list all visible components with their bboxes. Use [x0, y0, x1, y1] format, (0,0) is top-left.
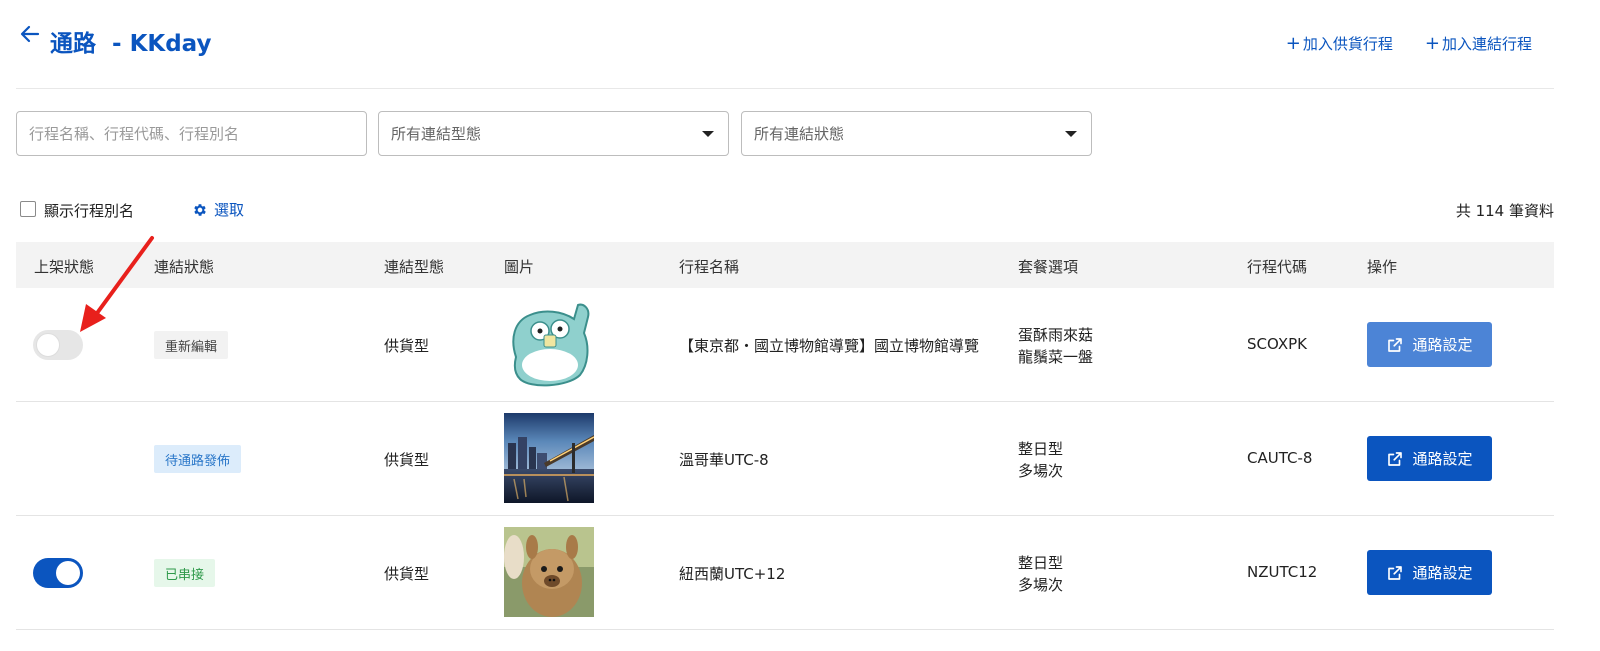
col-link-type: 連結型態 [384, 258, 445, 276]
link-type-value: 所有連結型態 [391, 125, 482, 143]
header-actions: + 加入供貨行程 + 加入連結行程 [1286, 33, 1532, 54]
col-trip-code: 行程代碼 [1247, 258, 1308, 276]
gear-icon [194, 203, 206, 216]
package-option: 多場次 [1018, 576, 1064, 594]
search-placeholder: 行程名稱、行程代碼、行程別名 [29, 125, 240, 143]
package-option: 整日型 [1018, 440, 1064, 458]
package-option: 多場次 [1018, 462, 1064, 480]
package-option: 龍鬚菜一盤 [1018, 348, 1094, 366]
trip-image [504, 527, 594, 617]
caret-down-icon [1065, 131, 1077, 137]
link-type: 供貨型 [384, 451, 430, 469]
listed-toggle[interactable] [33, 558, 83, 588]
show-alias-checkbox[interactable] [20, 201, 36, 217]
table-row: 重新編輯 供貨型 【東京都・國立博物館導覽】國立博物館導覽 蛋酥雨來菇 龍鬚菜一… [16, 288, 1554, 402]
link-type-select[interactable]: 所有連結型態 [378, 111, 729, 156]
external-link-icon [1388, 451, 1403, 466]
channel-settings-button[interactable]: 通路設定 [1367, 322, 1492, 367]
page-title: 通路 - KKday [50, 31, 212, 57]
add-supply-trip-link[interactable]: + 加入供貨行程 [1286, 33, 1393, 54]
link-status-value: 所有連結狀態 [754, 125, 845, 143]
toggle-knob [56, 561, 80, 585]
col-link-status: 連結狀態 [154, 258, 215, 276]
external-link-icon [1388, 565, 1403, 580]
trip-code: CAUTC-8 [1247, 449, 1313, 467]
col-trip-name: 行程名稱 [679, 258, 740, 276]
table-toolbar: 顯示行程別名 選取 共 114 筆資料 [16, 196, 1554, 224]
trip-name: 溫哥華UTC-8 [679, 451, 769, 469]
back-arrow-icon[interactable] [18, 22, 42, 46]
add-supply-trip-label: 加入供貨行程 [1302, 35, 1393, 53]
caret-down-icon [702, 131, 714, 137]
trip-name: 紐西蘭UTC+12 [679, 565, 786, 583]
table-row: 待通路發佈 供貨型 溫哥華UTC-8 整日型 多場次 CAUTC-8 通路設定 [16, 402, 1554, 516]
search-input[interactable]: 行程名稱、行程代碼、行程別名 [16, 111, 367, 156]
page-header: 通路 - KKday + 加入供貨行程 + 加入連結行程 [16, 0, 1554, 89]
trip-code: NZUTC12 [1247, 563, 1318, 581]
col-package: 套餐選項 [1018, 258, 1079, 276]
channel-settings-button[interactable]: 通路設定 [1367, 550, 1492, 595]
total-count: 共 114 筆資料 [1455, 202, 1554, 220]
toggle-knob [36, 333, 60, 357]
link-type: 供貨型 [384, 337, 430, 355]
trips-table: 上架狀態 連結狀態 連結型態 圖片 行程名稱 套餐選項 行程代碼 操作 重新編輯… [16, 242, 1554, 630]
channel-settings-button[interactable]: 通路設定 [1367, 436, 1492, 481]
channel-settings-label: 通路設定 [1412, 564, 1473, 582]
channel-settings-label: 通路設定 [1412, 450, 1473, 468]
col-listed-status: 上架狀態 [34, 258, 95, 276]
plus-icon: + [1285, 32, 1301, 54]
show-alias-label: 顯示行程別名 [44, 202, 135, 220]
trip-name: 【東京都・國立博物館導覽】國立博物館導覽 [679, 337, 980, 355]
table-header: 上架狀態 連結狀態 連結型態 圖片 行程名稱 套餐選項 行程代碼 操作 [16, 242, 1554, 288]
select-columns-button[interactable]: 選取 [192, 199, 244, 220]
add-link-trip-label: 加入連結行程 [1441, 35, 1532, 53]
plus-icon: + [1424, 32, 1440, 54]
trip-image [504, 299, 594, 389]
channel-settings-label: 通路設定 [1412, 336, 1473, 354]
link-status-select[interactable]: 所有連結狀態 [741, 111, 1092, 156]
table-row: 已串接 供貨型 紐西蘭UTC+12 整日型 多場次 NZUTC12 通路設定 [16, 516, 1554, 630]
select-label: 選取 [214, 201, 245, 219]
status-badge: 重新編輯 [154, 331, 229, 359]
link-type: 供貨型 [384, 565, 430, 583]
status-badge: 待通路發佈 [154, 445, 242, 473]
col-image: 圖片 [504, 258, 535, 276]
add-link-trip-link[interactable]: + 加入連結行程 [1425, 33, 1532, 54]
external-link-icon [1388, 337, 1403, 352]
col-actions: 操作 [1367, 258, 1398, 276]
trip-image [504, 413, 594, 503]
package-option: 整日型 [1018, 554, 1064, 572]
package-option: 蛋酥雨來菇 [1018, 326, 1094, 344]
status-badge: 已串接 [154, 559, 216, 587]
trip-code: SCOXPK [1247, 335, 1307, 353]
listed-toggle[interactable] [33, 330, 83, 360]
